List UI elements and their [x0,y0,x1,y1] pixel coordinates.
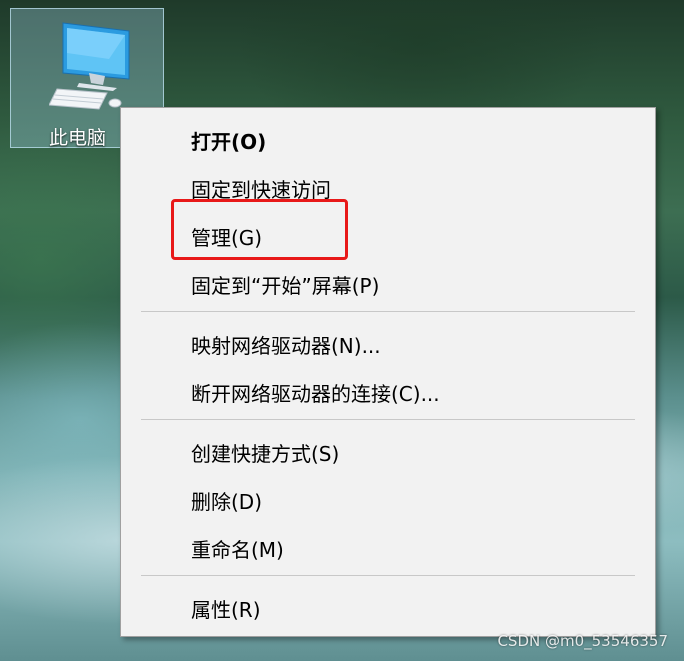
menu-item-delete[interactable]: 删除(D) [121,478,655,522]
menu-separator [141,311,635,312]
this-pc-label: 此电脑 [49,127,107,149]
menu-item-create-shortcut-label: 创建快捷方式(S) [191,441,340,466]
watermark: CSDN @m0_53546357 [497,632,668,650]
menu-item-map-network-drive[interactable]: 映射网络驱动器(N)... [121,322,655,366]
menu-item-open-label: 打开(O) [191,129,267,154]
menu-item-rename[interactable]: 重命名(M) [121,526,655,570]
manage-highlight-annotation [171,199,348,260]
menu-item-open[interactable]: 打开(O) [121,118,655,162]
context-menu: 打开(O) 固定到快速访问 管理(G) 固定到“开始”屏幕(P) 映射网络驱动器… [120,107,656,637]
menu-item-rename-label: 重命名(M) [191,537,284,562]
menu-item-create-shortcut[interactable]: 创建快捷方式(S) [121,430,655,474]
menu-separator [141,419,635,420]
menu-item-pin-start[interactable]: 固定到“开始”屏幕(P) [121,262,655,306]
menu-item-properties[interactable]: 属性(R) [121,586,655,630]
menu-item-disconnect-network-drive[interactable]: 断开网络驱动器的连接(C)... [121,370,655,414]
menu-separator [141,575,635,576]
menu-item-delete-label: 删除(D) [191,489,263,514]
menu-item-disconnect-network-drive-label: 断开网络驱动器的连接(C)... [191,381,440,406]
computer-icon [49,22,130,110]
menu-item-properties-label: 属性(R) [191,597,261,622]
menu-item-pin-start-label: 固定到“开始”屏幕(P) [191,273,380,298]
menu-item-map-network-drive-label: 映射网络驱动器(N)... [191,333,381,358]
